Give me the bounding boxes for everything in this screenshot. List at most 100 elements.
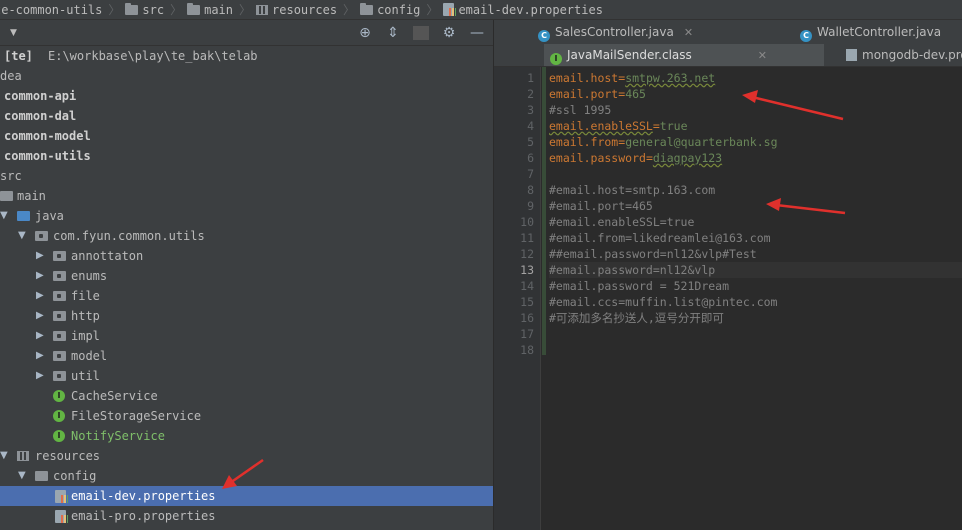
tree-item-label: util xyxy=(71,369,100,383)
line-number: 6 xyxy=(527,151,534,165)
breadcrumb-label: src xyxy=(142,2,165,17)
tree-item-root[interactable]: [te] E:\workbase\play\te_bak\telab xyxy=(0,46,493,66)
tree-item-subpackage[interactable]: ▶ file xyxy=(0,286,493,306)
project-tree: [te] E:\workbase\play\te_bak\telab dea c… xyxy=(0,46,493,526)
line-number: 18 xyxy=(520,343,534,357)
breadcrumb-label: email-dev.properties xyxy=(458,2,603,17)
editor-tabs: C SalesController.java ✕ C WalletController… xyxy=(494,20,962,67)
tree-item-label: config xyxy=(53,469,97,483)
chevron-down-icon[interactable]: ▼ xyxy=(0,446,8,466)
gear-icon[interactable]: ⚙ xyxy=(441,25,457,41)
tree-item-idea[interactable]: dea xyxy=(0,66,493,86)
breadcrumb-item-file[interactable]: 〉 email-dev.properties xyxy=(422,1,603,18)
tree-item-subpackage[interactable]: ▶ enums xyxy=(0,266,493,286)
interface-icon: I xyxy=(53,390,65,402)
chevron-down-icon[interactable]: ▼ xyxy=(0,206,8,226)
tree-item-src[interactable]: src xyxy=(0,166,493,186)
resources-folder-icon xyxy=(17,451,29,461)
line-number: 9 xyxy=(527,199,534,213)
tree-item-module[interactable]: common-utils xyxy=(0,146,493,166)
panel-toolbar: ⊕ ⇕ ⚙ — xyxy=(357,20,485,45)
properties-file-icon xyxy=(55,510,68,523)
package-icon xyxy=(53,251,66,261)
tree-item-interface[interactable]: I CacheService xyxy=(0,386,493,406)
chevron-right-icon[interactable]: ▶ xyxy=(36,306,44,326)
chevron-down-icon[interactable]: ▼ xyxy=(18,466,26,486)
tree-item-label: com.fyun.common.utils xyxy=(53,229,205,243)
property-value: 465 xyxy=(625,87,646,101)
vcs-change-marker xyxy=(542,67,546,355)
tree-item-interface[interactable]: I FileStorageService xyxy=(0,406,493,426)
folder-icon xyxy=(0,191,13,201)
breadcrumb-item-module[interactable]: te-common-utils xyxy=(0,3,102,17)
tree-item-label: dea xyxy=(0,69,22,83)
chevron-right-icon[interactable]: ▶ xyxy=(36,326,44,346)
tree-item-subpackage[interactable]: ▶ impl xyxy=(0,326,493,346)
code-comment: ##email.password=nl12&vlp#Test xyxy=(549,247,757,261)
breadcrumb-item-main[interactable]: 〉 main xyxy=(166,1,233,18)
tree-item-interface[interactable]: I NotifyService xyxy=(0,426,493,446)
tab-sales-controller[interactable]: C SalesController.java ✕ xyxy=(532,21,757,43)
tree-item-label: email-pro.properties xyxy=(71,509,216,523)
package-icon xyxy=(53,351,66,361)
properties-file-icon xyxy=(846,49,857,61)
tree-item-package[interactable]: ▼ com.fyun.common.utils xyxy=(0,226,493,246)
breadcrumb-label: config xyxy=(377,2,421,17)
chevron-right-icon[interactable]: ▶ xyxy=(36,346,44,366)
chevron-right-icon[interactable]: ▶ xyxy=(36,366,44,386)
breadcrumb-item-resources[interactable]: 〉 resources xyxy=(235,1,337,18)
tree-item-module[interactable]: common-model xyxy=(0,126,493,146)
tree-item-label: common-utils xyxy=(4,149,91,163)
code-comment-current-line: #email.password=nl12&vlp xyxy=(549,262,962,278)
chevron-right-icon[interactable]: ▶ xyxy=(36,266,44,286)
tree-item-main[interactable]: main xyxy=(0,186,493,206)
collapse-icon[interactable]: ⇕ xyxy=(385,25,401,41)
close-icon[interactable]: ✕ xyxy=(684,26,693,39)
line-number: 7 xyxy=(527,167,534,181)
locate-icon[interactable]: ⊕ xyxy=(357,25,373,41)
code-line: email.enableSSL=true xyxy=(549,119,688,133)
line-number-gutter: 1 2 3 4 5 6 7 8 9 10 11 12 13 14 15 16 1… xyxy=(494,67,541,530)
tree-item-file-selected[interactable]: email-dev.properties xyxy=(0,486,493,506)
property-value: diagpay123 xyxy=(652,151,723,165)
tab-mongodb-dev[interactable]: mongodb-dev.pro xyxy=(840,44,962,66)
tab-java-mail-sender[interactable]: I JavaMailSender.class ✕ xyxy=(544,44,824,66)
tree-item-path: E:\workbase\play\te_bak\telab xyxy=(48,49,258,63)
package-icon xyxy=(53,291,66,301)
tab-wallet-controller[interactable]: C WalletController.java xyxy=(794,21,962,43)
folder-icon xyxy=(125,2,139,15)
tree-item-subpackage[interactable]: ▶ http xyxy=(0,306,493,326)
tree-item-config[interactable]: ▼ config xyxy=(0,466,493,486)
tab-label: mongodb-dev.pro xyxy=(862,48,962,62)
tree-item-label: common-model xyxy=(4,129,91,143)
hide-icon[interactable]: — xyxy=(469,25,485,41)
property-key: email.password xyxy=(549,151,646,165)
package-icon xyxy=(53,371,66,381)
tree-item-label: CacheService xyxy=(71,389,158,403)
chevron-right-icon[interactable]: ▶ xyxy=(36,246,44,266)
tree-item-module[interactable]: common-api xyxy=(0,86,493,106)
tree-item-resources[interactable]: ▼ resources xyxy=(0,446,493,466)
package-icon xyxy=(53,331,66,341)
tree-item-module[interactable]: common-dal xyxy=(0,106,493,126)
breadcrumb: te-common-utils 〉 src 〉 main 〉 resources… xyxy=(0,0,962,20)
tree-item-subpackage[interactable]: ▶ annottaton xyxy=(0,246,493,266)
chevron-down-icon[interactable]: ▼ xyxy=(18,226,26,246)
tree-item-subpackage[interactable]: ▶ util xyxy=(0,366,493,386)
project-panel: ▼ ⊕ ⇕ ⚙ — [te] E:\workbase\play\te_bak\t… xyxy=(0,20,493,530)
chevron-right-icon[interactable]: ▶ xyxy=(36,286,44,306)
tree-item-file[interactable]: email-pro.properties xyxy=(0,506,493,526)
code-comment: #email.ccs=muffin.list@pintec.com xyxy=(549,295,778,309)
property-key: email.port xyxy=(549,87,619,101)
tree-item-subpackage[interactable]: ▶ model xyxy=(0,346,493,366)
view-dropdown-chevron-down-icon[interactable]: ▼ xyxy=(10,28,17,38)
package-icon xyxy=(35,231,48,241)
tree-item-label: main xyxy=(17,189,46,203)
breadcrumb-item-config[interactable]: 〉 config xyxy=(339,1,420,18)
tree-item-label: file xyxy=(71,289,100,303)
tree-item-java[interactable]: ▼ java xyxy=(0,206,493,226)
breadcrumb-item-src[interactable]: 〉 src xyxy=(104,1,164,18)
code-comment: #email.from=likedreamlei@163.com xyxy=(549,231,771,245)
code-comment xyxy=(549,342,962,358)
close-icon[interactable]: ✕ xyxy=(758,49,767,62)
